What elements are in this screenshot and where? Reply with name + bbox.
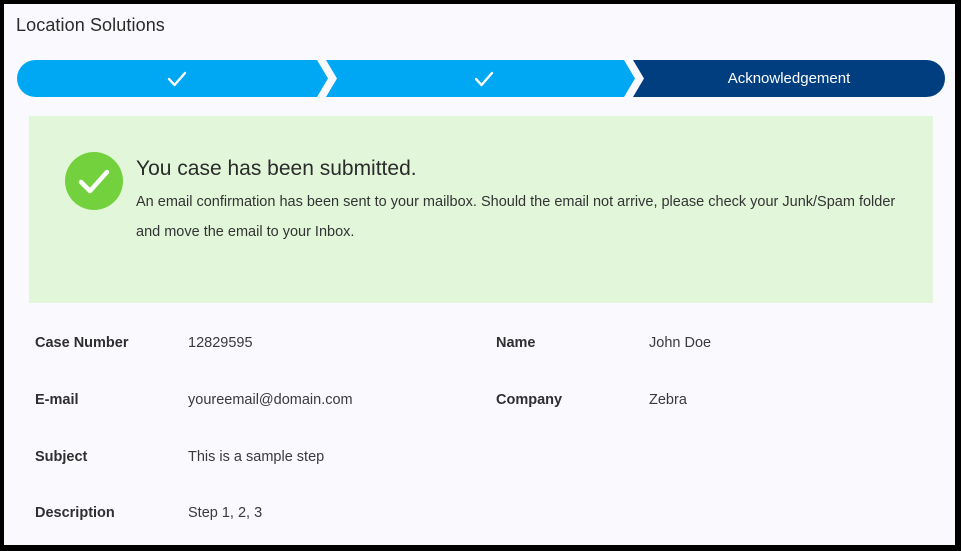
step-1-segment (17, 60, 328, 97)
description-value: Step 1, 2, 3 (188, 505, 263, 521)
progress-stepper: Acknowledgement (17, 60, 945, 97)
check-circle-icon (65, 152, 123, 210)
page-title: Location Solutions (16, 15, 165, 35)
step-acknowledgement-label: Acknowledgement (727, 70, 851, 87)
submission-success-panel: You case has been submitted. An email co… (29, 116, 933, 303)
name-value: John Doe (649, 335, 712, 351)
description-label: Description (35, 505, 115, 521)
subject-value: This is a sample step (188, 449, 325, 465)
subject-label: Subject (35, 449, 88, 465)
case-number-label: Case Number (35, 335, 129, 351)
success-message: An email confirmation has been sent to y… (136, 194, 896, 240)
email-label: E-mail (35, 392, 79, 408)
success-heading: You case has been submitted. (136, 157, 417, 180)
company-label: Company (496, 392, 563, 408)
email-value: youreemail@domain.com (188, 392, 353, 408)
page-container: Location Solutions Acknowledgement You c… (4, 4, 955, 545)
step-2-segment (326, 60, 635, 97)
company-value: Zebra (649, 392, 687, 408)
case-number-value: 12829595 (188, 335, 253, 351)
name-label: Name (496, 335, 536, 351)
